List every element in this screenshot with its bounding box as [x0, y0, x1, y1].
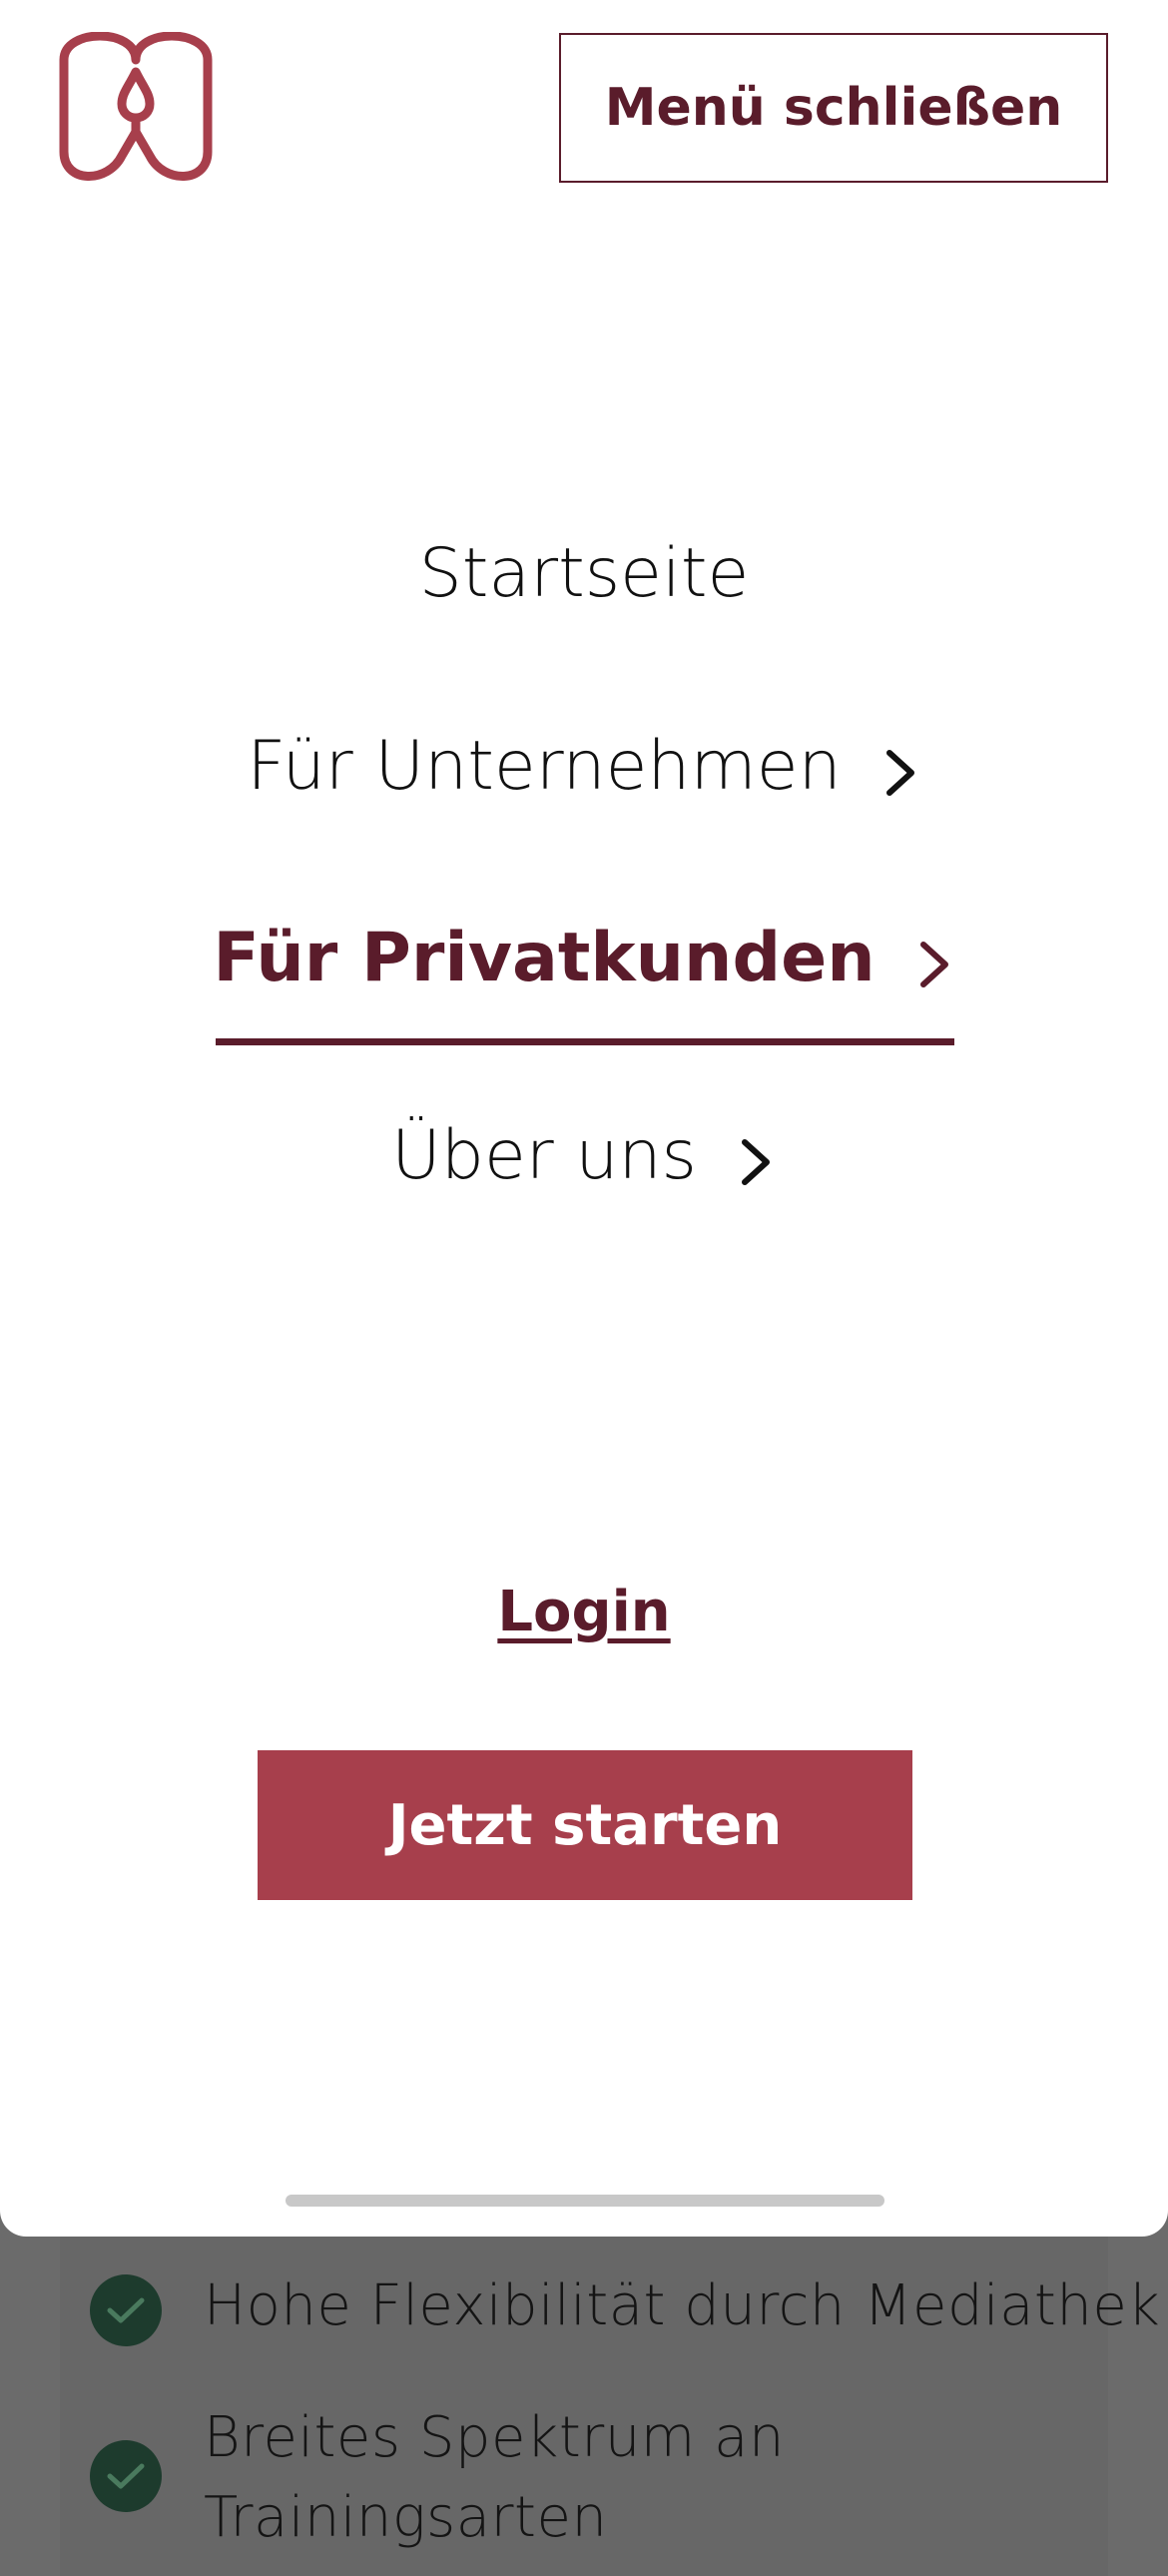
brand-logo-icon[interactable]	[58, 31, 214, 184]
chevron-right-icon	[881, 739, 921, 796]
nav-item-privatkunden[interactable]: Für Privatkunden	[0, 919, 1168, 997]
nav-item-label: Startseite	[418, 534, 750, 613]
chevron-right-icon	[915, 931, 955, 987]
menu-sheet: Menü schließen Startseite Für Unternehme…	[0, 0, 1168, 2237]
feature-text: Breites Spektrum an	[204, 2405, 785, 2470]
sheet-drag-handle[interactable]	[286, 2195, 884, 2207]
nav-item-startseite[interactable]: Startseite	[0, 534, 1168, 613]
close-menu-button[interactable]: Menü schließen	[559, 33, 1108, 183]
nav-item-ueber-uns[interactable]: Über uns	[0, 1116, 1168, 1195]
feature-text: Trainingsarten	[204, 2485, 608, 2550]
check-icon	[90, 2274, 162, 2346]
login-link[interactable]: Login	[0, 1580, 1168, 1644]
nav-item-label: Über uns	[391, 1116, 697, 1195]
nav-item-unternehmen[interactable]: Für Unternehmen	[0, 727, 1168, 806]
feature-text: Hohe Flexibilität durch Mediathek	[204, 2273, 1161, 2338]
chevron-right-icon	[737, 1128, 777, 1185]
active-nav-underline	[216, 1038, 954, 1045]
nav-item-label: Für Privatkunden	[213, 919, 876, 997]
start-now-button[interactable]: Jetzt starten	[258, 1750, 912, 1900]
check-icon	[90, 2440, 162, 2512]
background-feature-card: Hohe Flexibilität durch Mediathek Breite…	[60, 2217, 1160, 2576]
nav-item-label: Für Unternehmen	[247, 727, 842, 806]
